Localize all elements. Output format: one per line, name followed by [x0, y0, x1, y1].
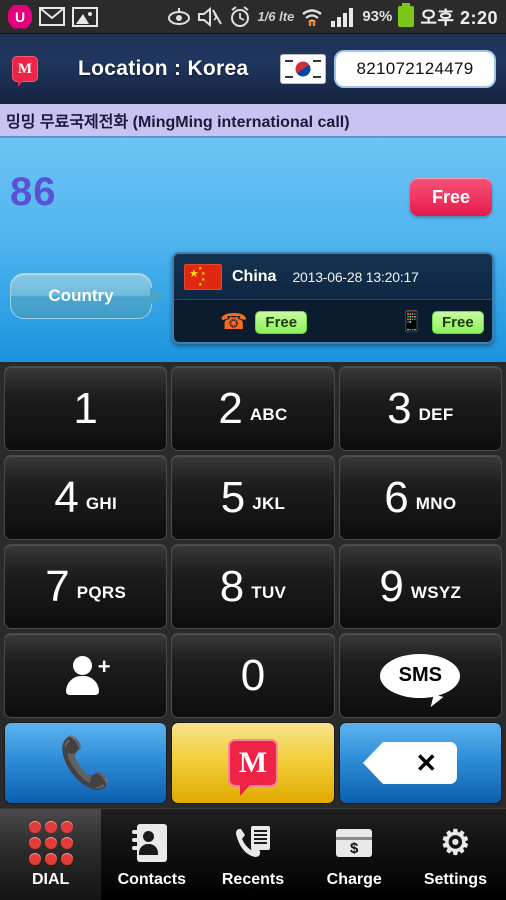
keypad-dots-icon — [28, 820, 73, 865]
key-digit: 9 — [379, 561, 404, 611]
sms-button[interactable]: SMS — [338, 633, 502, 718]
country-prefix-display: 86 — [10, 170, 57, 214]
add-person-icon: + — [65, 655, 111, 696]
country-selector-bubble[interactable]: Country — [10, 273, 164, 319]
key-3[interactable]: 3 DEF — [338, 366, 502, 451]
mingming-call-button[interactable]: M — [171, 722, 335, 804]
mingming-letter: M — [238, 746, 268, 779]
nav-item-settings[interactable]: ⚙ Settings — [405, 809, 506, 900]
key-1[interactable]: 1 — [4, 366, 168, 451]
mingming-call-icon: M — [227, 739, 278, 796]
contacts-icon — [131, 821, 167, 865]
key-letters: TUV — [251, 582, 287, 602]
key-digit: 1 — [73, 383, 98, 433]
keypad-row: 7 PQRS 8 TUV 9 WSYZ — [4, 544, 502, 629]
keypad-row: + 0 SMS — [4, 633, 502, 718]
gear-icon: ⚙ — [440, 823, 471, 862]
lte-label: 1/6 lte — [257, 9, 295, 24]
mingming-logo-icon: M — [12, 56, 38, 87]
nav-label: Recents — [221, 870, 285, 888]
key-8[interactable]: 8 TUV — [171, 544, 335, 629]
key-digit: 7 — [45, 561, 70, 611]
key-letters: ABC — [249, 404, 288, 424]
clock-label: 오후 2:20 — [420, 7, 498, 28]
key-letters: PQRS — [76, 582, 127, 602]
signal-bars-icon — [330, 7, 356, 27]
location-label: Location : Korea — [78, 57, 249, 80]
keypad-row: 1 2 ABC 3 DEF — [4, 366, 502, 451]
nav-item-recents[interactable]: Recents — [202, 809, 303, 900]
nav-item-charge[interactable]: $ Charge — [304, 809, 405, 900]
key-letters: WSYZ — [410, 582, 462, 602]
key-0[interactable]: 0 — [171, 633, 335, 718]
key-digit: 8 — [219, 561, 245, 611]
call-handset-icon: 📞 — [53, 733, 118, 793]
nav-label: Charge — [326, 870, 382, 888]
dial-info-panel: 86 Free Country ★ ★ ★ ★ ★ China 2013-06-28… — [0, 138, 506, 362]
phone-number-field[interactable]: 821072124479 — [336, 52, 494, 86]
call-button[interactable]: 📞 — [4, 722, 168, 804]
mobile-rate-badge: Free — [432, 310, 484, 334]
battery-percent: 93% — [362, 8, 393, 25]
key-7[interactable]: 7 PQRS — [4, 544, 168, 629]
key-2[interactable]: 2 ABC — [171, 366, 335, 451]
dial-keypad: 1 2 ABC 3 DEF 4 GHI 5 JKL 6 MNO 7 PQRS 8… — [0, 362, 506, 808]
nav-item-dial[interactable]: DIAL — [0, 809, 102, 900]
wifi-icon — [300, 7, 324, 27]
sms-icon: SMS — [380, 653, 461, 698]
bottom-nav: DIAL Contacts Recents $ Charge ⚙ Setting… — [0, 808, 506, 900]
status-bar: U 1/6 lte 93% 오후 2:20 — [0, 0, 506, 34]
mobile-rate-group: 📱 Free — [399, 310, 484, 334]
key-letters: MNO — [415, 493, 457, 513]
landline-rate-badge: Free — [255, 310, 308, 334]
country-info-header: ★ ★ ★ ★ ★ China 2013-06-28 13:20:17 — [174, 254, 492, 300]
recents-icon — [233, 821, 273, 865]
country-local-time: 2013-06-28 13:20:17 — [292, 268, 419, 285]
key-9[interactable]: 9 WSYZ — [338, 544, 502, 629]
mobile-phone-icon: 📱 — [399, 311, 424, 333]
add-contact-button[interactable]: + — [4, 633, 168, 718]
charge-card-icon: $ — [336, 821, 373, 865]
photo-icon — [72, 6, 98, 27]
key-4[interactable]: 4 GHI — [4, 455, 168, 540]
country-name-label: China — [232, 267, 277, 285]
uplus-logo-icon: U — [8, 4, 32, 29]
landline-phone-icon: ☎ — [220, 309, 248, 334]
backspace-icon: ✕ — [363, 742, 458, 784]
keypad-row: 4 GHI 5 JKL 6 MNO — [4, 455, 502, 540]
country-rate-row: ☎ Free 📱 Free — [174, 300, 492, 342]
key-digit: 6 — [384, 472, 409, 522]
key-5[interactable]: 5 JKL — [171, 455, 335, 540]
key-letters: DEF — [418, 404, 454, 424]
mute-icon — [197, 6, 223, 27]
backspace-button[interactable]: ✕ — [338, 722, 502, 804]
key-digit: 4 — [54, 472, 79, 522]
nav-label: Contacts — [117, 870, 187, 888]
key-digit: 5 — [220, 472, 246, 522]
key-letters: JKL — [252, 493, 286, 513]
alarm-icon — [229, 5, 251, 28]
landline-rate-group: ☎ Free — [220, 309, 308, 334]
action-row: 📞 M ✕ — [4, 722, 502, 804]
battery-icon — [398, 3, 415, 27]
nav-item-contacts[interactable]: Contacts — [101, 809, 202, 900]
nav-label: Settings — [423, 870, 487, 888]
key-letters: GHI — [85, 493, 117, 513]
country-info-card: ★ ★ ★ ★ ★ China 2013-06-28 13:20:17 ☎ Free… — [172, 252, 494, 344]
envelope-icon — [39, 7, 65, 26]
free-badge-button[interactable]: Free — [410, 178, 492, 216]
korea-flag-icon — [280, 54, 326, 84]
app-title-banner: 밍밍 무료국제전화 (MingMing international call) — [0, 104, 506, 138]
key-6[interactable]: 6 MNO — [338, 455, 502, 540]
key-digit: 0 — [240, 650, 266, 700]
app-header: M Location : Korea 821072124479 — [0, 34, 506, 104]
key-digit: 2 — [218, 383, 243, 433]
nav-label: DIAL — [31, 870, 70, 888]
eye-icon — [167, 7, 191, 26]
key-digit: 3 — [387, 383, 412, 433]
china-flag-icon: ★ ★ ★ ★ ★ — [184, 263, 222, 290]
